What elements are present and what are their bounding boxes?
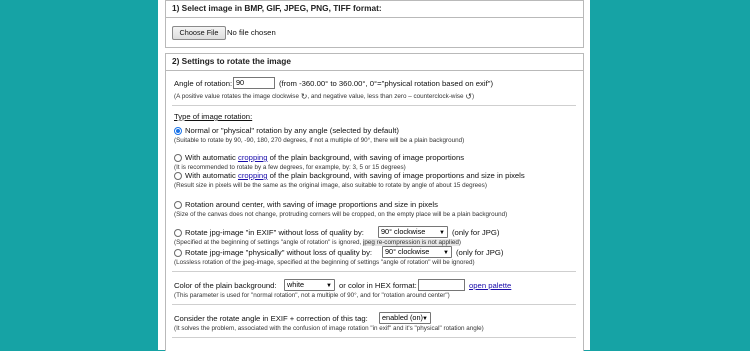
bg-color-value: white xyxy=(287,280,305,289)
hex-color-input[interactable] xyxy=(418,279,465,291)
section1-title: 1) Select image in BMP, GIF, JPEG, PNG, … xyxy=(172,3,382,13)
radio-normal-rotation[interactable] xyxy=(174,127,182,135)
exif-angle-value: 90° clockwise xyxy=(381,227,426,236)
divider xyxy=(172,271,576,272)
bg-color-label: Color of the plain background: xyxy=(174,281,277,290)
radio-rotate-center[interactable] xyxy=(174,201,182,209)
radio-physical-rotate[interactable] xyxy=(174,249,182,257)
option-normal-note: (Suitable to rotate by 90, -90, 180, 270… xyxy=(174,137,465,144)
radio-crop-proportions[interactable] xyxy=(174,154,182,162)
rotate-counterclockwise-icon: ↺ xyxy=(465,92,472,101)
section2-divider xyxy=(166,70,583,71)
file-select-section: 1) Select image in BMP, GIF, JPEG, PNG, … xyxy=(165,0,584,48)
section1-divider xyxy=(166,17,583,18)
divider xyxy=(172,304,576,305)
chevron-down-icon: ▼ xyxy=(326,283,332,289)
exif-correction-note: (It solves the problem, associated with … xyxy=(174,325,484,332)
angle-hint: (from -360.00° to 360.00°, 0°="physical … xyxy=(279,79,494,88)
open-palette-link[interactable]: open palette xyxy=(469,281,511,290)
option-exif-note-text: (Specified at the beginning of settings … xyxy=(174,239,363,246)
option-crop-text-end: of the plain background, with saving of … xyxy=(267,153,465,162)
exif-angle-select[interactable]: 90° clockwise ▼ xyxy=(378,226,448,238)
option-normal-label: Normal or "physical" rotation by any ang… xyxy=(185,126,399,135)
option-center-label: Rotation around center, with saving of i… xyxy=(185,200,438,209)
bg-color-note: (This parameter is used for "normal rota… xyxy=(174,292,450,299)
option-physical-suffix: (only for JPG) xyxy=(456,248,504,257)
no-file-text: No file chosen xyxy=(227,28,276,37)
angle-note-part2: , and negative value, less than zero – c… xyxy=(307,93,464,100)
angle-label: Angle of rotation: xyxy=(174,79,233,88)
content-panel: 1) Select image in BMP, GIF, JPEG, PNG, … xyxy=(158,0,590,351)
exif-correction-value: enabled (on) xyxy=(382,313,423,322)
physical-angle-select[interactable]: 90° clockwise ▼ xyxy=(382,246,452,258)
divider xyxy=(172,337,576,338)
chevron-down-icon: ▼ xyxy=(439,230,445,236)
option-crop-text: With automatic xyxy=(185,153,238,162)
exif-correction-label: Consider the rotate angle in EXIF + corr… xyxy=(174,314,368,323)
physical-angle-value: 90° clockwise xyxy=(385,247,430,256)
option-crop-size-note: (Result size in pixels will be the same … xyxy=(174,182,487,189)
radio-crop-size[interactable] xyxy=(174,172,182,180)
option-crop-size-label: With automatic cropping of the plain bac… xyxy=(185,171,525,180)
option-crop-note: (It is recommended to rotate by a few de… xyxy=(174,164,406,171)
cropping-link-2[interactable]: cropping xyxy=(238,171,268,180)
chevron-down-icon: ▼ xyxy=(422,316,428,322)
angle-note-part3: ) xyxy=(471,93,475,100)
radio-exif-rotate[interactable] xyxy=(174,229,182,237)
option-crop-size-text-end: of the plain background, with saving of … xyxy=(267,171,525,180)
angle-input[interactable]: 90 xyxy=(233,77,275,89)
option-physical-note: (Lossless rotation of the jpeg-image, sp… xyxy=(174,259,475,266)
exif-correction-select[interactable]: enabled (on) ▼ xyxy=(379,312,431,324)
option-exif-note-end: ) xyxy=(458,239,461,246)
rotation-type-label: Type of image rotation: xyxy=(174,112,253,121)
angle-note-part1: (A positive value rotates the image cloc… xyxy=(174,93,299,100)
option-exif-note-highlight: jpeg re-compression is not applied xyxy=(362,239,459,246)
rotation-settings-section: 2) Settings to rotate the image Angle of… xyxy=(165,53,584,351)
chevron-down-icon: ▼ xyxy=(443,250,449,256)
option-exif-note: (Specified at the beginning of settings … xyxy=(174,239,461,246)
bg-color-select[interactable]: white ▼ xyxy=(284,279,335,291)
option-crop-label: With automatic cropping of the plain bac… xyxy=(185,153,464,162)
divider xyxy=(172,105,576,106)
cropping-link[interactable]: cropping xyxy=(238,153,268,162)
section2-title: 2) Settings to rotate the image xyxy=(172,56,291,66)
angle-note: (A positive value rotates the image cloc… xyxy=(174,92,474,101)
option-center-note: (Size of the canvas does not change, pro… xyxy=(174,211,508,218)
hex-color-label: or color in HEX format: xyxy=(339,281,417,290)
option-crop-size-text: With automatic xyxy=(185,171,238,180)
option-physical-label: Rotate jpg-image "physically" without lo… xyxy=(185,248,373,257)
option-exif-label: Rotate jpg-image "in EXIF" without loss … xyxy=(185,228,364,237)
option-exif-suffix: (only for JPG) xyxy=(452,228,500,237)
choose-file-button[interactable]: Choose File xyxy=(172,26,226,40)
